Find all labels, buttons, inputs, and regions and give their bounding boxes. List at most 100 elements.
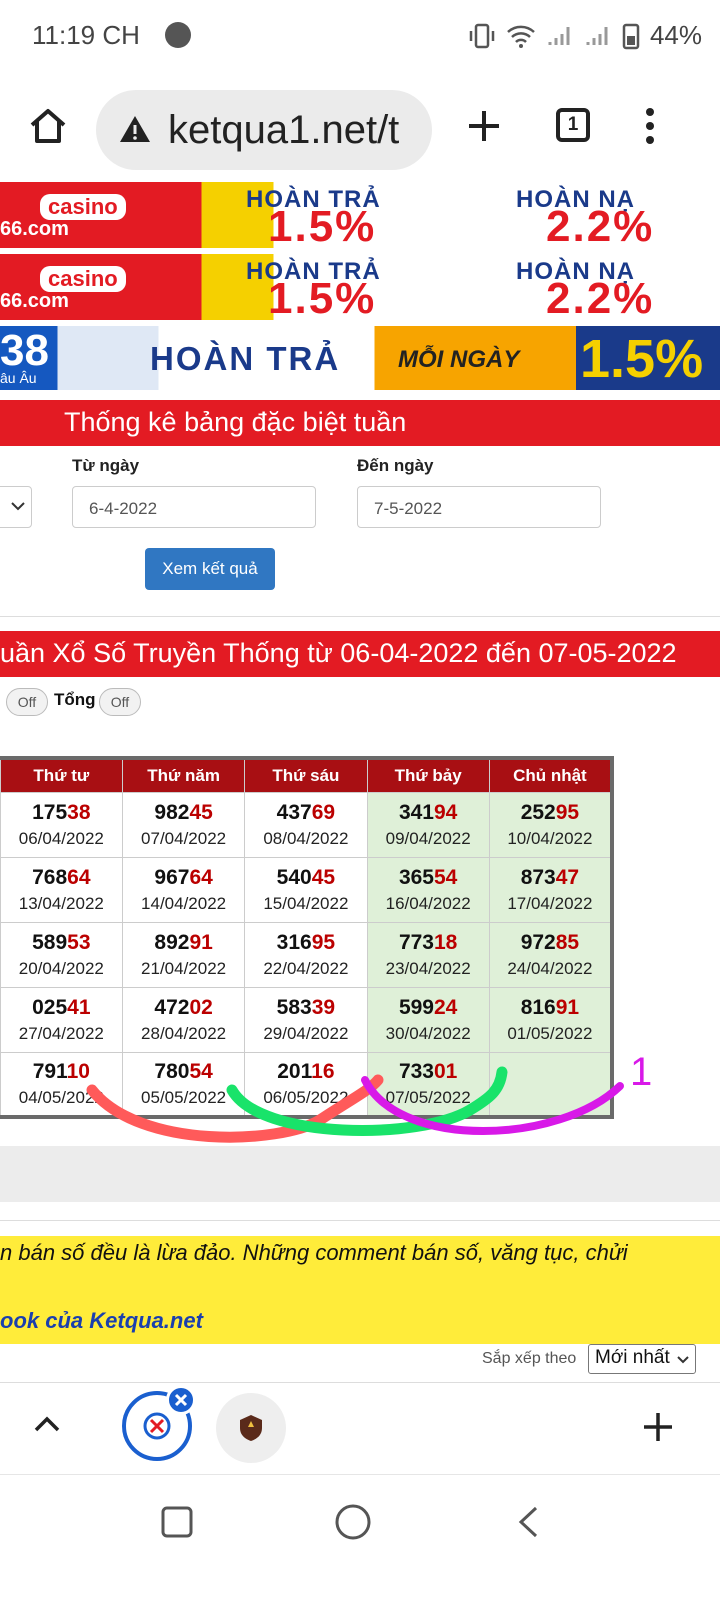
battery-percent: 44% [649,20,702,50]
result-number: 54045 [245,864,366,892]
result-tail-digits: 54 [434,865,458,889]
notice-line-1: n bán số đều là lừa đảo. Những comment b… [0,1240,628,1265]
result-date: 13/04/2022 [18,893,104,913]
home-icon[interactable] [28,106,68,146]
toggle-switch-1[interactable]: Off [6,688,48,716]
result-cell: 97285 24/04/2022 [488,921,613,988]
url-bar[interactable]: ketqua1.net/t [96,90,432,170]
recent-apps-icon[interactable] [160,1505,194,1539]
result-tail-digits: 39 [311,995,336,1019]
result-number: 87347 [490,864,610,892]
result-date: 22/04/2022 [263,958,349,978]
blank-panel [0,1146,720,1202]
result-number: 59924 [368,994,489,1022]
toggle-1-state: Off [17,694,37,710]
new-tab-icon[interactable] [466,108,502,144]
from-date-input[interactable]: 6-4-2022 [72,486,316,528]
chevron-down-icon [11,502,25,511]
new-tab-icon[interactable] [642,1411,674,1443]
ad-banner-2[interactable]: casino 66.com HOÀN TRẢ 1.5% HOÀN NẠ 2.2% [0,254,720,320]
result-tail-digits: 53 [67,930,91,954]
status-bar: 11:19 CH 44% [0,0,720,72]
banner-tag: MỖI NGÀY [398,346,520,373]
result-number: 36554 [368,864,489,892]
result-date: 14/04/2022 [141,893,227,913]
screen: 11:19 CH 44% ketqua1.net/t 1 casino 66.c… [0,0,720,1600]
result-number: 47202 [123,994,244,1022]
result-head-digits: 540 [276,865,312,889]
result-head-digits: 892 [154,930,190,954]
divider [0,1220,720,1221]
result-cell: 98245 07/04/2022 [121,791,246,858]
result-date: 07/04/2022 [141,828,227,848]
result-tail-digits: 94 [434,800,458,824]
table-header-row: Thứ tư Thứ năm Thứ sáu Thứ bảy Chủ nhật [0,757,613,793]
result-tail-digits: 02 [189,995,213,1019]
table-row: 17538 06/04/2022 98245 07/04/2022 43769 08/04… [0,791,613,858]
result-head-digits: 175 [32,800,68,824]
browser-bottom-bar [0,1382,720,1474]
result-cell: 25295 10/04/2022 [488,791,613,858]
from-date-label: Từ ngày [72,456,140,475]
region-select[interactable] [0,486,32,528]
result-tail-digits: 95 [555,800,580,824]
result-head-digits: 589 [32,930,68,954]
result-cell: 17538 06/04/2022 [0,791,123,858]
back-icon[interactable] [516,1505,540,1539]
to-date-input[interactable]: 7-5-2022 [357,486,601,528]
banner-brand: 38 [0,326,49,375]
result-cell: 87347 17/04/2022 [488,856,613,923]
result-number: 34194 [368,799,489,827]
close-tab-button[interactable] [166,1385,196,1415]
result-head-digits: 982 [154,800,190,824]
to-date-value: 7-5-2022 [374,499,443,518]
banner-offer2-value: 2.2% [546,274,655,320]
tab-switcher-button[interactable]: 1 [556,108,590,142]
status-time: 11:19 CH [32,20,140,50]
result-head-digits: 816 [520,995,556,1019]
result-cell: 31695 22/04/2022 [244,921,368,988]
wifi-icon [507,25,535,48]
home-circle-icon[interactable] [334,1503,372,1541]
close-icon [174,1393,188,1407]
scam-notice: n bán số đều là lừa đảo. Những comment b… [0,1236,720,1344]
result-date: 24/04/2022 [507,958,593,978]
browser-toolbar: ketqua1.net/t 1 [0,72,720,184]
tab-count: 1 [567,114,579,135]
result-number: 76864 [1,864,122,892]
banner-offer2-value: 2.2% [546,202,655,248]
ad-banner-3[interactable]: 38 âu Âu HOÀN TRẢ MỖI NGÀY 1.5% [0,326,720,390]
to-date-label: Đến ngày [357,456,434,475]
facebook-link[interactable]: ook của Ketqua.net [0,1308,203,1334]
url-text: ketqua1.net/t [168,108,400,152]
result-date: 20/04/2022 [18,958,104,978]
section-header: Thống kê bảng đặc biệt tuần [0,400,720,446]
result-tail-digits: 41 [67,995,91,1019]
chevron-up-icon[interactable] [34,1415,60,1433]
result-number: 43769 [245,799,366,827]
view-results-button[interactable]: Xem kết quả [145,548,275,590]
result-number: 89291 [123,929,244,957]
site-tab-2[interactable] [216,1393,286,1463]
result-number: 17538 [1,799,122,827]
banner-offer1-value: 1.5% [268,202,377,248]
result-tail-digits: 47 [555,865,580,889]
sort-select[interactable]: Mới nhất [588,1344,696,1374]
result-cell: 54045 15/04/2022 [244,856,368,923]
result-cell: 96764 14/04/2022 [121,856,246,923]
result-cell: 77318 23/04/2022 [366,921,490,988]
result-tail-digits: 45 [189,800,213,824]
result-cell: 43769 08/04/2022 [244,791,368,858]
toggle-switch-total[interactable]: Off [99,688,141,716]
result-tail-digits: 91 [555,995,580,1019]
divider [0,616,720,617]
table-row: 25895320/04/20228929121/04/20223169522/0… [0,921,613,988]
shield-logo-icon [240,1415,262,1441]
ad-banner-1[interactable]: casino 66.com HOÀN TRẢ 1.5% HOÀN NẠ 2.2% [0,182,720,248]
result-tail-digits: 91 [189,930,213,954]
result-head-digits: 773 [398,930,434,954]
banner-brand: casino 66.com [0,192,185,240]
result-number: 97285 [490,929,610,957]
more-options-icon[interactable] [642,106,658,146]
drawn-annotation-curves [86,1066,624,1143]
